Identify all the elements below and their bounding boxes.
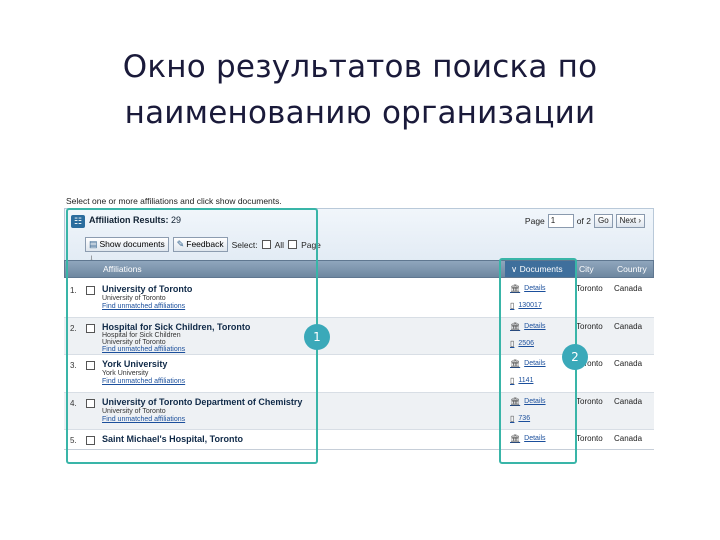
pagination: Page 1 of 2 Go Next › bbox=[525, 214, 645, 228]
page-of-label: of 2 bbox=[576, 216, 591, 226]
slide-title: Окно результатов поиска по наименованию … bbox=[0, 44, 720, 136]
slide-title-line-1: Окно результатов поиска по bbox=[122, 49, 598, 85]
chevron-right-icon: › bbox=[638, 216, 641, 225]
column-country[interactable]: Country bbox=[617, 264, 647, 274]
country-value: Canada bbox=[614, 396, 643, 406]
country-value: Canada bbox=[614, 359, 643, 368]
column-city[interactable]: City bbox=[579, 264, 594, 274]
slide-title-line-2: наименованию организации bbox=[124, 95, 596, 131]
callout-badge-2: 2 bbox=[562, 344, 588, 370]
city-value: Toronto bbox=[576, 434, 603, 443]
go-button[interactable]: Go bbox=[593, 214, 613, 228]
page-number-input[interactable]: 1 bbox=[547, 214, 574, 228]
next-label: Next bbox=[619, 216, 637, 225]
city-value: Toronto bbox=[576, 396, 603, 406]
callout-badge-1: 1 bbox=[304, 324, 330, 350]
city-value: Toronto bbox=[576, 321, 603, 331]
city-value: Toronto bbox=[576, 284, 603, 293]
country-value: Canada bbox=[614, 284, 643, 293]
instruction-text: Select one or more affiliations and clic… bbox=[66, 196, 282, 206]
next-page-button[interactable]: Next › bbox=[615, 214, 645, 228]
page-label: Page bbox=[524, 216, 545, 226]
country-value: Canada bbox=[614, 321, 643, 331]
country-value: Canada bbox=[614, 434, 643, 443]
highlight-affiliations bbox=[66, 208, 318, 464]
